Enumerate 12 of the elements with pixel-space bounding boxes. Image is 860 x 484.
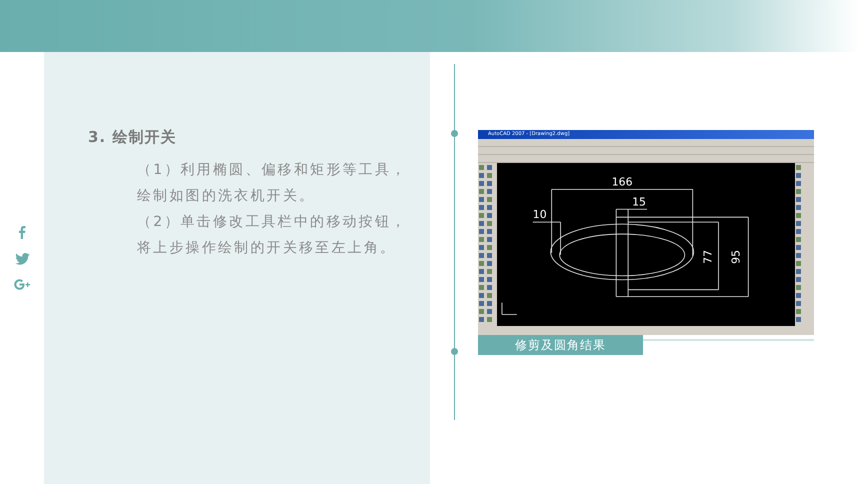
step-paragraph: （1）利用椭圆、偏移和矩形等工具，绘制如图的洗衣机开关。 <box>137 161 408 206</box>
facebook-icon[interactable] <box>18 226 26 239</box>
twitter-icon[interactable] <box>14 253 30 265</box>
figure-caption: 修剪及圆角结果 <box>478 335 643 355</box>
dimension-label: 10 <box>532 208 547 222</box>
section-heading: 3. 绘制开关 <box>88 128 178 147</box>
dimension-label: 15 <box>632 195 646 208</box>
google-plus-icon[interactable] <box>14 279 30 290</box>
dimension-label: 77 <box>702 250 715 264</box>
step-paragraph: （2）单击修改工具栏中的移动按钮，将上步操作绘制的开关移至左上角。 <box>137 213 408 258</box>
dimension-label: 95 <box>729 250 742 264</box>
dimension-label: 166 <box>612 175 633 188</box>
